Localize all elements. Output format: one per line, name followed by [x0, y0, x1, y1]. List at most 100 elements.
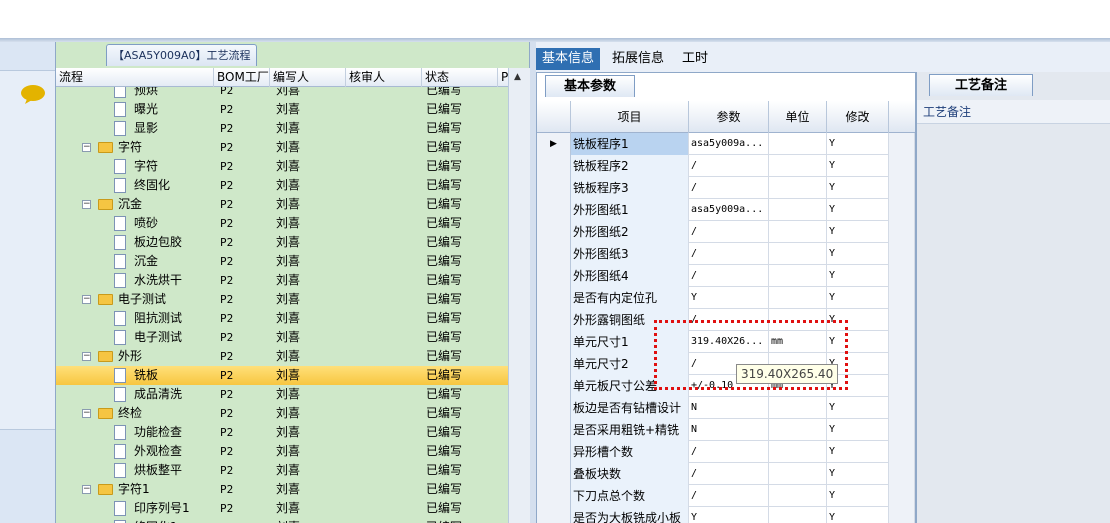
param-value-cell[interactable]: asa5y009a...: [689, 199, 769, 221]
param-modify-cell[interactable]: Y: [827, 221, 889, 243]
flow-row[interactable]: 电子测试 P2 刘喜 已编写: [56, 328, 508, 347]
basic-params-tab[interactable]: 基本参数: [545, 75, 635, 97]
param-unit-cell[interactable]: [769, 155, 827, 177]
param-value-cell[interactable]: /: [689, 441, 769, 463]
col-header-bom[interactable]: BOM工厂: [214, 68, 270, 87]
col-header-item[interactable]: 项目: [571, 101, 689, 133]
process-flow-tab[interactable]: 【ASA5Y009A0】工艺流程: [106, 44, 258, 66]
scroll-up-arrow-icon[interactable]: ▲: [514, 72, 521, 82]
param-modify-cell[interactable]: Y: [827, 265, 889, 287]
param-value-cell[interactable]: N: [689, 397, 769, 419]
flow-row[interactable]: − 电子测试 P2 刘喜 已编写: [56, 290, 508, 309]
param-modify-cell[interactable]: Y: [827, 199, 889, 221]
param-value-cell[interactable]: /: [689, 177, 769, 199]
param-value-cell[interactable]: /: [689, 243, 769, 265]
col-header-status[interactable]: 状态: [422, 68, 498, 87]
param-modify-cell[interactable]: Y: [827, 177, 889, 199]
col-header-writer[interactable]: 编写人: [270, 68, 346, 87]
param-value-cell[interactable]: /: [689, 265, 769, 287]
param-value-cell[interactable]: N: [689, 419, 769, 441]
tab-extended-info[interactable]: 拓展信息: [606, 48, 670, 70]
flow-row[interactable]: 功能检查 P2 刘喜 已编写: [56, 423, 508, 442]
param-row[interactable]: 是否采用粗铣+精铣 N Y: [537, 419, 915, 441]
param-value-cell[interactable]: Y: [689, 287, 769, 309]
collapse-toggle-icon[interactable]: −: [82, 409, 91, 418]
param-modify-cell[interactable]: Y: [827, 463, 889, 485]
param-value-cell[interactable]: /: [689, 155, 769, 177]
param-row[interactable]: 叠板块数 / Y: [537, 463, 915, 485]
col-header-param[interactable]: 参数: [689, 101, 769, 133]
collapse-toggle-icon[interactable]: −: [82, 295, 91, 304]
flow-row[interactable]: 终固化 P2 刘喜 已编写: [56, 176, 508, 195]
flow-vertical-scrollbar[interactable]: ▲: [508, 68, 530, 523]
col-header-flow[interactable]: 流程: [56, 68, 214, 87]
param-unit-cell[interactable]: [769, 199, 827, 221]
param-row[interactable]: 铣板程序3/ Y: [537, 177, 915, 199]
flow-row[interactable]: 成品清洗 P2 刘喜 已编写: [56, 385, 508, 404]
param-modify-cell[interactable]: Y: [827, 507, 889, 523]
param-modify-cell[interactable]: Y: [827, 243, 889, 265]
param-modify-cell[interactable]: Y: [827, 155, 889, 177]
flow-row[interactable]: 印序列号1 P2 刘喜 已编写: [56, 499, 508, 518]
col-header-reviewer[interactable]: 核审人: [346, 68, 422, 87]
flow-row[interactable]: 预烘 P2 刘喜 已编写: [56, 87, 508, 100]
flow-row[interactable]: 喷砂 P2 刘喜 已编写: [56, 214, 508, 233]
param-unit-cell[interactable]: [769, 485, 827, 507]
flow-row[interactable]: 终固化1 P2 刘喜 已编写: [56, 518, 508, 523]
collapse-toggle-icon[interactable]: −: [82, 485, 91, 494]
param-row[interactable]: 板边是否有钻槽设计 N Y: [537, 397, 915, 419]
param-unit-cell[interactable]: [769, 243, 827, 265]
col-header-unit[interactable]: 单位: [769, 101, 827, 133]
param-unit-cell[interactable]: [769, 463, 827, 485]
param-unit-cell[interactable]: [769, 221, 827, 243]
param-row[interactable]: 下刀点总个数 / Y: [537, 485, 915, 507]
flow-row[interactable]: 铣板 P2 刘喜 已编写: [56, 366, 508, 385]
flow-row[interactable]: 显影 P2 刘喜 已编写: [56, 119, 508, 138]
flow-row[interactable]: 烘板整平 P2 刘喜 已编写: [56, 461, 508, 480]
flow-row[interactable]: 曝光 P2 刘喜 已编写: [56, 100, 508, 119]
param-modify-cell[interactable]: Y: [827, 485, 889, 507]
flow-row[interactable]: 板边包胶 P2 刘喜 已编写: [56, 233, 508, 252]
flow-row[interactable]: − 沉金 P2 刘喜 已编写: [56, 195, 508, 214]
flow-row[interactable]: − 字符 P2 刘喜 已编写: [56, 138, 508, 157]
process-notes-tab[interactable]: 工艺备注: [929, 74, 1033, 96]
collapse-toggle-icon[interactable]: −: [82, 352, 91, 361]
param-value-cell[interactable]: /: [689, 463, 769, 485]
flow-row[interactable]: 字符 P2 刘喜 已编写: [56, 157, 508, 176]
param-value-cell[interactable]: asa5y009a...: [689, 133, 769, 155]
param-unit-cell[interactable]: [769, 419, 827, 441]
param-modify-cell[interactable]: Y: [827, 419, 889, 441]
flow-row[interactable]: 阻抗测试 P2 刘喜 已编写: [56, 309, 508, 328]
param-row[interactable]: 外形图纸4/ Y: [537, 265, 915, 287]
flow-row[interactable]: − 终检 P2 刘喜 已编写: [56, 404, 508, 423]
param-row[interactable]: 铣板程序2/ Y: [537, 155, 915, 177]
param-unit-cell[interactable]: [769, 177, 827, 199]
collapse-toggle-icon[interactable]: −: [82, 200, 91, 209]
param-row[interactable]: 是否为大板铣成小板 Y Y: [537, 507, 915, 523]
param-modify-cell[interactable]: Y: [827, 397, 889, 419]
param-unit-cell[interactable]: [769, 287, 827, 309]
collapse-toggle-icon[interactable]: −: [82, 143, 91, 152]
flow-row[interactable]: 水洗烘干 P2 刘喜 已编写: [56, 271, 508, 290]
chat-bubble-icon[interactable]: [20, 84, 46, 104]
param-unit-cell[interactable]: [769, 507, 827, 523]
param-unit-cell[interactable]: [769, 133, 827, 155]
param-modify-cell[interactable]: Y: [827, 287, 889, 309]
flow-row[interactable]: − 字符1 P2 刘喜 已编写: [56, 480, 508, 499]
param-row[interactable]: 外形图纸1 asa5y009a... Y: [537, 199, 915, 221]
param-unit-cell[interactable]: [769, 397, 827, 419]
param-value-cell[interactable]: Y: [689, 507, 769, 523]
param-modify-cell[interactable]: Y: [827, 133, 889, 155]
flow-row[interactable]: 沉金 P2 刘喜 已编写: [56, 252, 508, 271]
param-modify-cell[interactable]: Y: [827, 441, 889, 463]
param-row[interactable]: ▶ 铣板程序1 asa5y009a... Y: [537, 133, 915, 155]
param-row[interactable]: 外形图纸2/ Y: [537, 221, 915, 243]
param-value-cell[interactable]: /: [689, 485, 769, 507]
param-row[interactable]: 是否有内定位孔 Y Y: [537, 287, 915, 309]
param-value-cell[interactable]: /: [689, 221, 769, 243]
param-row[interactable]: 外形图纸3/ Y: [537, 243, 915, 265]
tab-work-hours[interactable]: 工时: [676, 48, 714, 70]
flow-row[interactable]: − 外形 P2 刘喜 已编写: [56, 347, 508, 366]
param-unit-cell[interactable]: [769, 441, 827, 463]
param-unit-cell[interactable]: [769, 265, 827, 287]
